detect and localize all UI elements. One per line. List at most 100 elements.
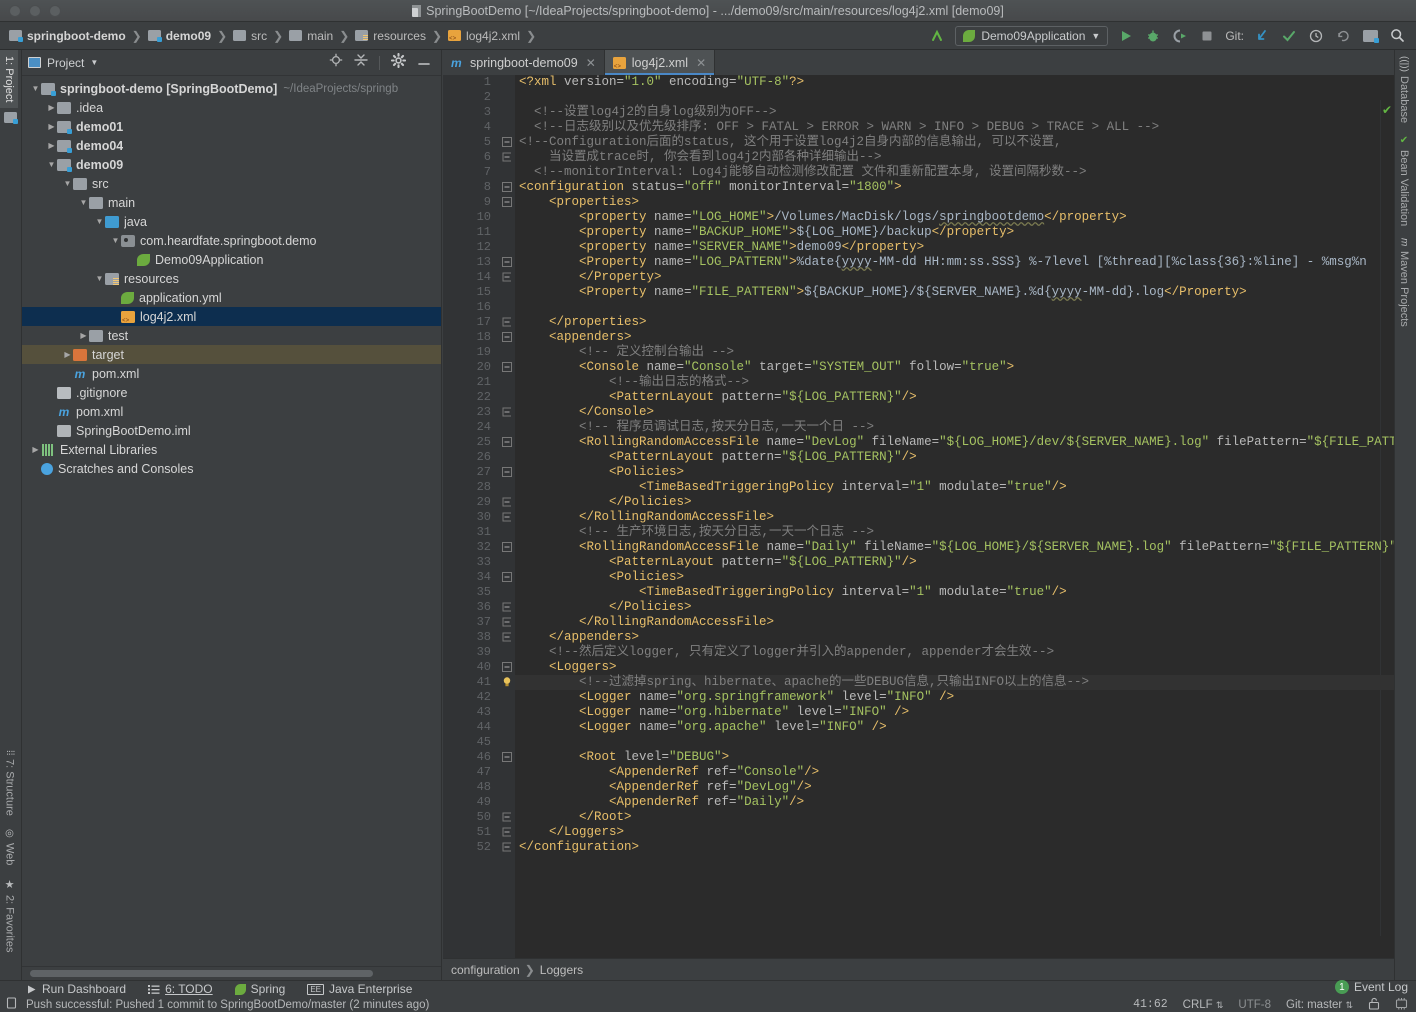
collapse-arrow-icon[interactable]: ▶ xyxy=(46,103,57,112)
project-structure-icon[interactable] xyxy=(1361,27,1379,45)
stop-button[interactable] xyxy=(1198,27,1216,45)
line-number[interactable]: 12 xyxy=(443,240,499,255)
git-update-project-icon[interactable] xyxy=(1253,27,1271,45)
event-log-button[interactable]: 1 Event Log xyxy=(1334,980,1408,994)
editor-tab-springboot-demo09[interactable]: m springboot-demo09 ✕ xyxy=(443,50,605,75)
close-icon[interactable]: ✕ xyxy=(586,56,596,70)
line-number[interactable]: 46 xyxy=(443,750,499,765)
line-number[interactable]: 29 xyxy=(443,495,499,510)
tree-node-pom-xml[interactable]: m pom.xml xyxy=(22,402,441,421)
breadcrumb-item-demo09[interactable]: demo09 xyxy=(145,29,214,43)
collapse-arrow-icon[interactable]: ▶ xyxy=(46,141,57,150)
line-number[interactable]: 44 xyxy=(443,720,499,735)
tree-node-main[interactable]: ▼ main xyxy=(22,193,441,212)
tree-node-springbootdemo-iml[interactable]: SpringBootDemo.iml xyxy=(22,421,441,440)
tree-node-resources[interactable]: ▼ resources xyxy=(22,269,441,288)
line-number[interactable]: 22 xyxy=(443,390,499,405)
line-number[interactable]: 19 xyxy=(443,345,499,360)
line-number[interactable]: 9 xyxy=(443,195,499,210)
line-number[interactable]: 20 xyxy=(443,360,499,375)
project-tree[interactable]: ▼ springboot-demo [SpringBootDemo] ~/IdeaP… xyxy=(22,76,441,966)
tree-node-springboot-demo-springbootdemo[interactable]: ▼ springboot-demo [SpringBootDemo] ~/IdeaP… xyxy=(22,79,441,98)
tree-node-com-heardfate-springboot-demo[interactable]: ▼ com.heardfate.springboot.demo xyxy=(22,231,441,250)
git-commit-icon[interactable] xyxy=(1280,27,1298,45)
line-number[interactable]: 50 xyxy=(443,810,499,825)
tree-node-demo09application[interactable]: Demo09Application xyxy=(22,250,441,269)
run-configuration-selector[interactable]: Demo09Application ▼ xyxy=(955,25,1109,46)
caret-position[interactable]: 41:62 xyxy=(1133,998,1168,1011)
fold-end-icon[interactable] xyxy=(499,405,515,420)
sidebar-item-database[interactable]: ((|)) Database xyxy=(1395,50,1413,129)
fold-gutter[interactable] xyxy=(499,75,515,958)
fold-end-icon[interactable] xyxy=(499,315,515,330)
memory-indicator-icon[interactable] xyxy=(1395,997,1408,1012)
collapse-arrow-icon[interactable]: ▶ xyxy=(46,122,57,131)
line-number[interactable]: 13 xyxy=(443,255,499,270)
source-code[interactable]: <?xml version="1.0" encoding="UTF-8"?> <… xyxy=(515,75,1394,855)
line-number[interactable]: 32 xyxy=(443,540,499,555)
tree-node-demo09[interactable]: ▼ demo09 xyxy=(22,155,441,174)
tree-node-java[interactable]: ▼ java xyxy=(22,212,441,231)
expand-arrow-icon[interactable]: ▼ xyxy=(94,217,105,226)
fold-collapse-icon[interactable] xyxy=(499,540,515,555)
line-separator-selector[interactable]: CRLF ⇅ xyxy=(1183,999,1224,1011)
lock-icon[interactable] xyxy=(1368,997,1380,1012)
fold-end-icon[interactable] xyxy=(499,825,515,840)
fold-collapse-icon[interactable] xyxy=(499,180,515,195)
sidebar-item-bean-validation[interactable]: ✔ Bean Validation xyxy=(1395,129,1413,232)
tree-node-demo01[interactable]: ▶ demo01 xyxy=(22,117,441,136)
line-number[interactable]: 51 xyxy=(443,825,499,840)
line-number[interactable]: 26 xyxy=(443,450,499,465)
line-number[interactable]: 23 xyxy=(443,405,499,420)
line-number[interactable]: 15 xyxy=(443,285,499,300)
expand-arrow-icon[interactable]: ▼ xyxy=(62,179,73,188)
fold-collapse-icon[interactable] xyxy=(499,750,515,765)
line-number[interactable]: 5 xyxy=(443,135,499,150)
line-number[interactable]: 39 xyxy=(443,645,499,660)
collapse-all-icon[interactable] xyxy=(354,53,368,72)
tree-node-src[interactable]: ▼ src xyxy=(22,174,441,193)
expand-arrow-icon[interactable]: ▼ xyxy=(46,160,57,169)
tree-node-test[interactable]: ▶ test xyxy=(22,326,441,345)
expand-arrow-icon[interactable]: ▼ xyxy=(78,198,89,207)
fold-end-icon[interactable] xyxy=(499,600,515,615)
chevron-down-icon[interactable]: ▼ xyxy=(90,58,98,67)
tree-node-gitignore[interactable]: .gitignore xyxy=(22,383,441,402)
line-number[interactable]: 38 xyxy=(443,630,499,645)
line-number[interactable]: 4 xyxy=(443,120,499,135)
line-number[interactable]: 17 xyxy=(443,315,499,330)
line-number[interactable]: 40 xyxy=(443,660,499,675)
build-arrow-icon[interactable] xyxy=(928,27,946,45)
line-number[interactable]: 28 xyxy=(443,480,499,495)
tree-node-log4j2-xml[interactable]: log4j2.xml xyxy=(22,307,441,326)
breadcrumb-item-src[interactable]: src xyxy=(230,29,270,43)
sidebar-item-favorites[interactable]: ★ 2: Favorites xyxy=(0,872,19,958)
tree-node-pom-xml[interactable]: m pom.xml xyxy=(22,364,441,383)
fold-end-icon[interactable] xyxy=(499,810,515,825)
collapse-arrow-icon[interactable]: ▶ xyxy=(62,350,73,359)
line-number[interactable]: 48 xyxy=(443,780,499,795)
line-number[interactable]: 34 xyxy=(443,570,499,585)
fold-end-icon[interactable] xyxy=(499,615,515,630)
tree-node-application-yml[interactable]: application.yml xyxy=(22,288,441,307)
fold-end-icon[interactable] xyxy=(499,495,515,510)
line-number[interactable]: 6 xyxy=(443,150,499,165)
debug-button[interactable] xyxy=(1144,27,1162,45)
fold-end-icon[interactable] xyxy=(499,150,515,165)
sidebar-item-web[interactable]: ◎ Web xyxy=(0,822,19,871)
breadcrumb-item-log4j2[interactable]: log4j2.xml xyxy=(445,29,523,43)
hide-panel-icon[interactable] xyxy=(417,54,431,72)
status-button-spring[interactable]: Spring xyxy=(234,982,285,996)
line-number-gutter[interactable]: 1 2 3 4 5 6 7 8 9 10 11 12 13 14 15 16 17 18 19 20 21 22 23 24 2… xyxy=(443,75,499,958)
search-everywhere-icon[interactable] xyxy=(1388,27,1406,45)
sidebar-item-project[interactable]: 1: Project xyxy=(0,50,18,109)
line-number[interactable]: 25 xyxy=(443,435,499,450)
sidebar-item-maven-projects[interactable]: m Maven Projects xyxy=(1395,232,1413,332)
breadcrumb-item-springboot-demo[interactable]: springboot-demo xyxy=(6,29,129,43)
fold-collapse-icon[interactable] xyxy=(499,255,515,270)
line-number[interactable]: 47 xyxy=(443,765,499,780)
line-number[interactable]: 1 xyxy=(443,75,499,90)
line-number[interactable]: 10 xyxy=(443,210,499,225)
line-number[interactable]: 41 xyxy=(443,675,499,690)
encoding-selector[interactable]: UTF-8 xyxy=(1238,999,1271,1011)
